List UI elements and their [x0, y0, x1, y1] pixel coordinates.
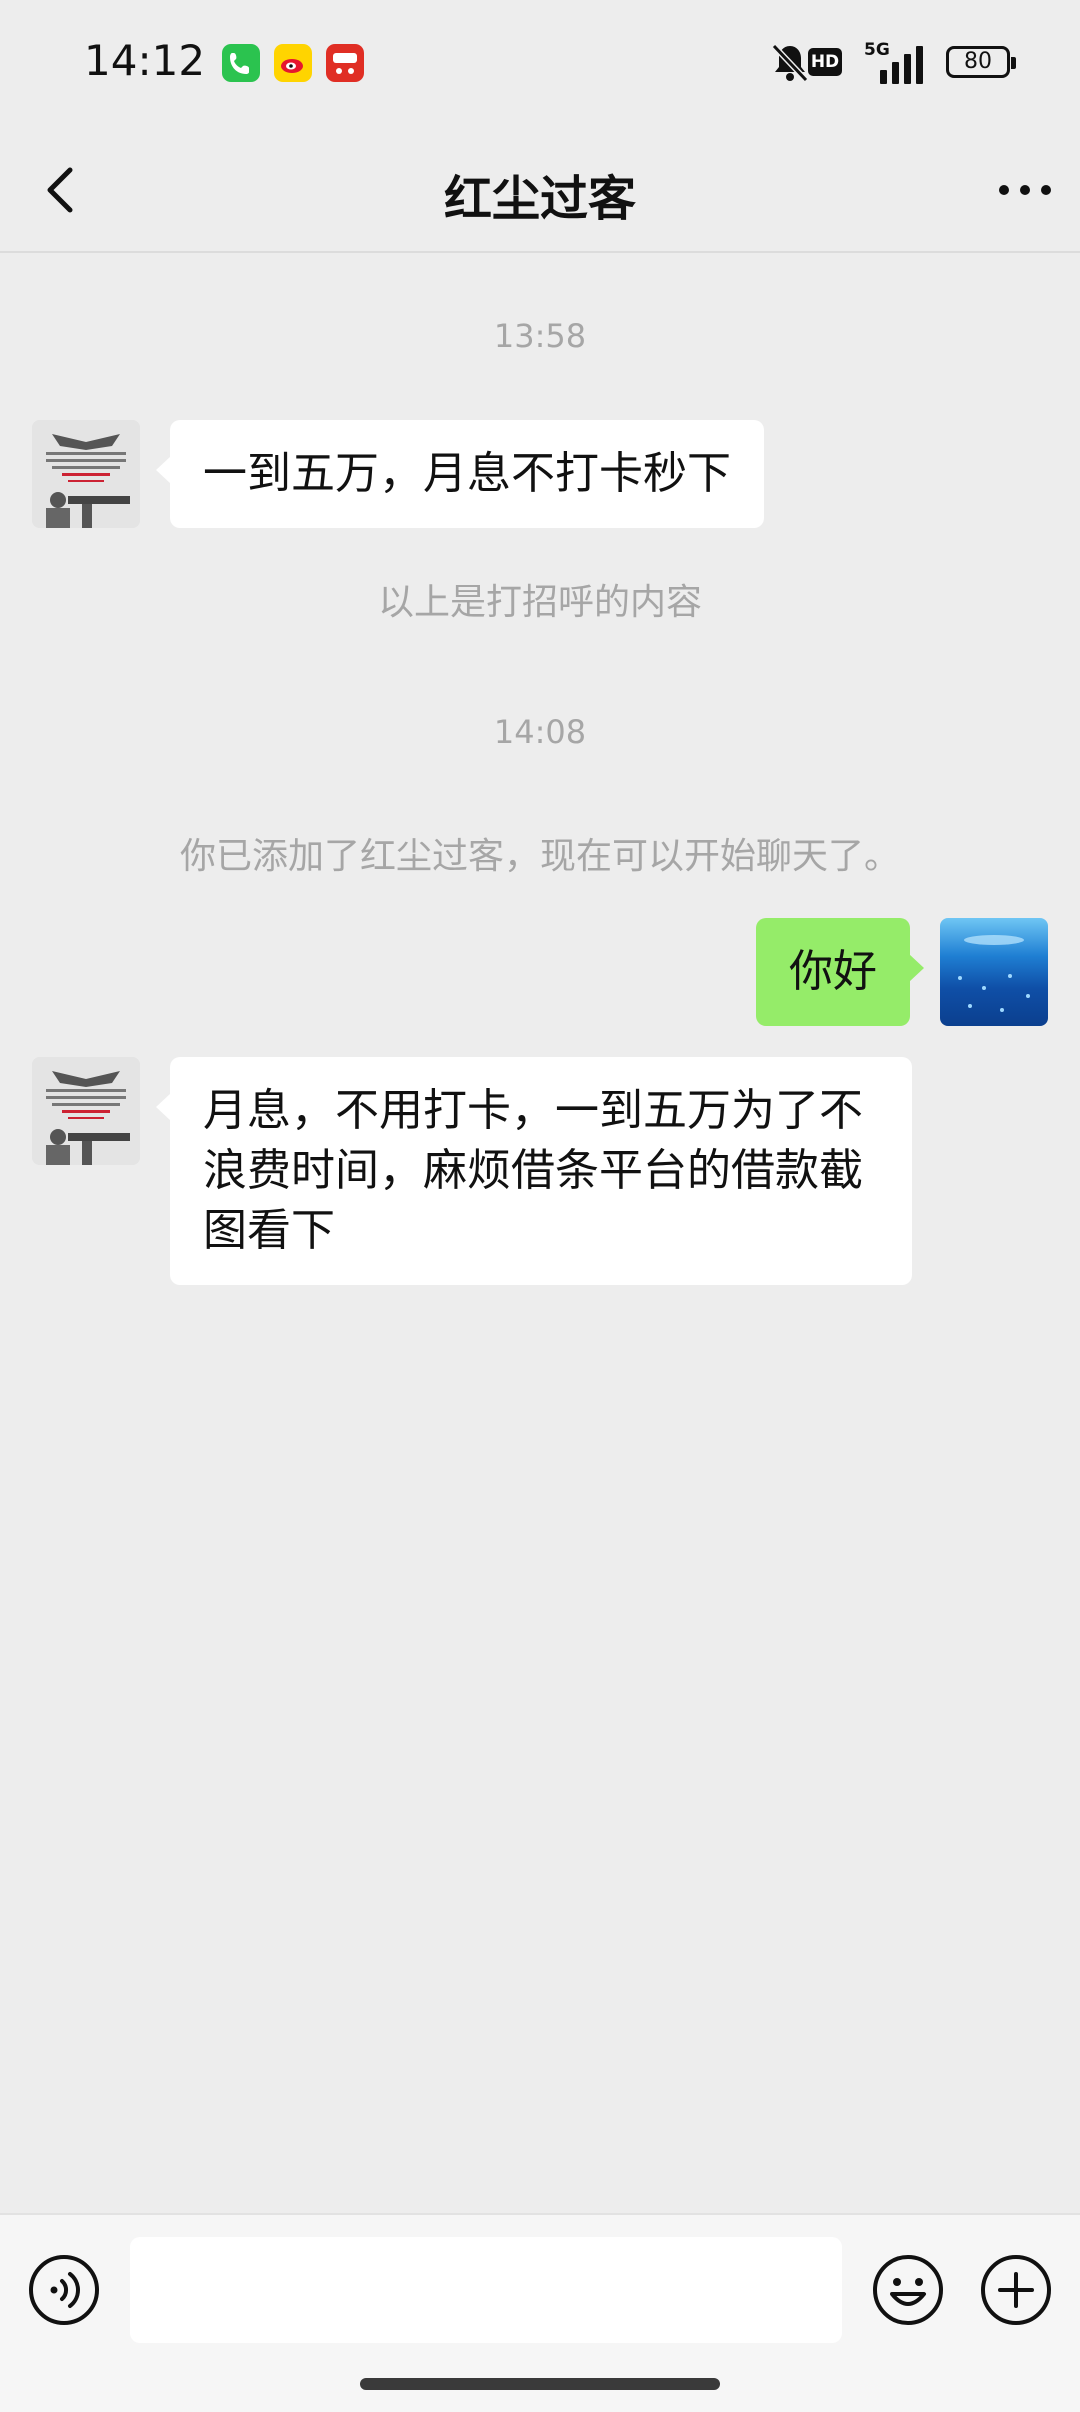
- mute-bell-icon: [771, 43, 809, 83]
- chat-header: 红尘过客: [0, 125, 1080, 253]
- contact-avatar[interactable]: [32, 420, 140, 528]
- pinduoduo-app-icon: [326, 44, 364, 82]
- status-time: 14:12: [84, 36, 206, 85]
- message-line: 图看下: [203, 1205, 335, 1256]
- timestamp: 13:58: [493, 317, 587, 355]
- status-bar: 14:12 HD 5G 80: [0, 0, 1080, 125]
- message-list[interactable]: 13:58 一到五万，月息不打卡秒下 以上是打招呼的内容 14:08 你已添加了…: [0, 255, 1080, 2213]
- chat-title: 红尘过客: [443, 171, 636, 227]
- voice-icon: [29, 2255, 99, 2325]
- home-indicator[interactable]: [360, 2378, 720, 2390]
- more-functions-button[interactable]: [978, 2252, 1054, 2328]
- signal-strength-icon: 5G: [860, 40, 930, 84]
- message-line: 月息，不用打卡，一到五万为了不: [203, 1085, 863, 1136]
- greeting-note: 以上是打招呼的内容: [377, 582, 702, 623]
- status-indicators: HD 5G 80: [750, 40, 1080, 86]
- contact-added-note: 你已添加了红尘过客，现在可以开始聊天了。: [179, 836, 900, 877]
- message-input[interactable]: [130, 2237, 842, 2343]
- outgoing-message[interactable]: 你好: [756, 918, 924, 1026]
- timestamp: 14:08: [493, 713, 587, 751]
- hd-badge: HD: [808, 48, 842, 76]
- incoming-message[interactable]: 一到五万，月息不打卡秒下: [156, 420, 764, 528]
- phone-app-icon: [222, 44, 260, 82]
- more-dots-icon: [999, 185, 1051, 195]
- plus-icon: [981, 2255, 1051, 2325]
- more-button[interactable]: [990, 155, 1060, 225]
- weibo-app-icon: [274, 44, 312, 82]
- battery-indicator: 80: [946, 46, 1016, 78]
- network-type: 5G: [864, 40, 890, 60]
- message-line: 浪费时间，麻烦借条平台的借款截: [203, 1145, 863, 1196]
- contact-avatar[interactable]: [32, 1057, 140, 1165]
- my-avatar[interactable]: [940, 918, 1048, 1026]
- incoming-message[interactable]: 月息，不用打卡，一到五万为了不 浪费时间，麻烦借条平台的借款截 图看下: [156, 1057, 912, 1285]
- emoji-icon: [873, 2255, 943, 2325]
- emoji-button[interactable]: [870, 2252, 946, 2328]
- voice-button[interactable]: [26, 2252, 102, 2328]
